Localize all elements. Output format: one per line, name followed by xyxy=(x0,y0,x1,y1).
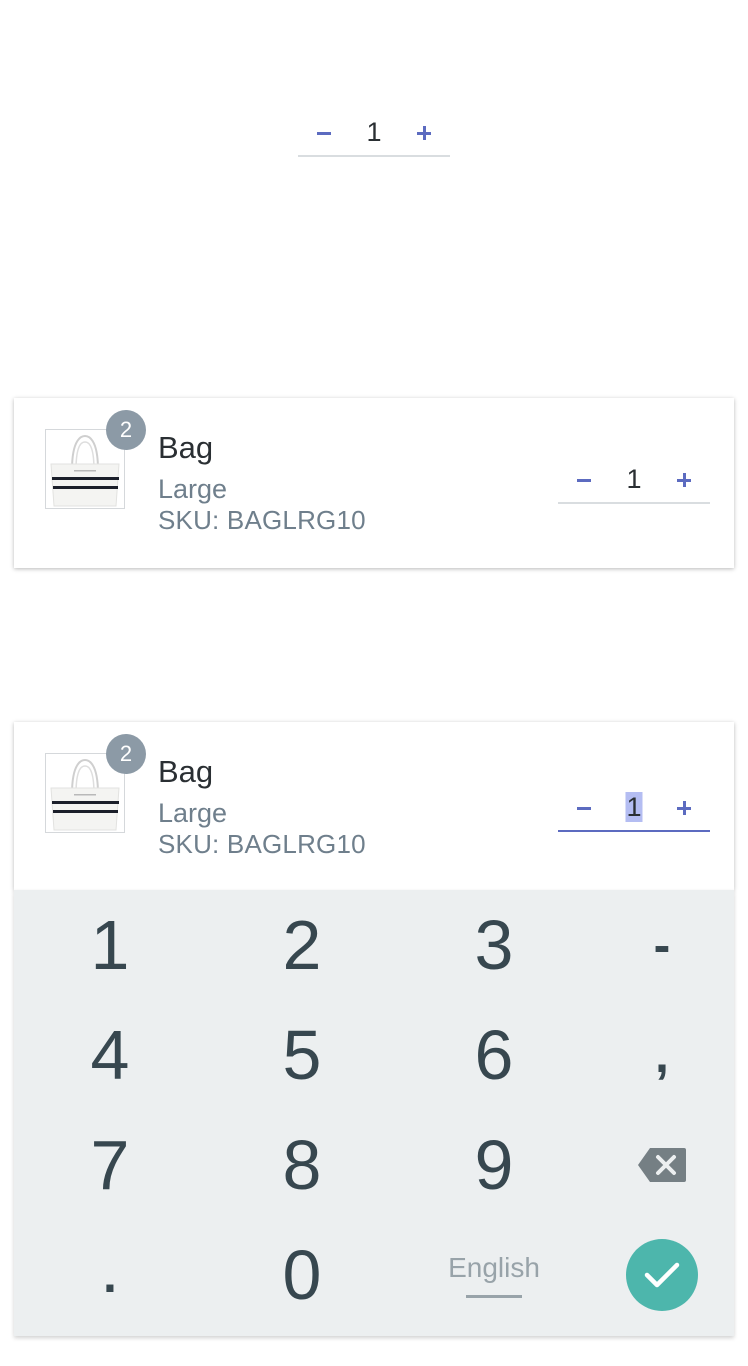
product-variant: Large xyxy=(158,474,228,504)
language-key[interactable]: English xyxy=(404,1220,584,1330)
backspace-key[interactable] xyxy=(572,1110,748,1220)
quantity-value[interactable]: 1 xyxy=(625,792,643,822)
quantity-stepper[interactable]: 1 xyxy=(558,786,710,832)
minus-icon[interactable] xyxy=(562,458,606,502)
key-minus[interactable]: - xyxy=(572,890,748,1000)
quantity-value[interactable]: 1 xyxy=(365,117,382,147)
product-sku: SKU: BAGLRG10 xyxy=(158,829,366,859)
key-1[interactable]: 1 xyxy=(20,890,200,1000)
key-4[interactable]: 4 xyxy=(20,1000,200,1110)
quantity-stepper[interactable]: 1 xyxy=(298,111,450,157)
key-7[interactable]: 7 xyxy=(20,1110,200,1220)
product-variant: Large xyxy=(158,798,228,828)
key-6[interactable]: 6 xyxy=(404,1000,584,1110)
item-count-badge: 2 xyxy=(106,734,146,774)
check-icon xyxy=(626,1239,698,1311)
plus-icon[interactable] xyxy=(662,458,706,502)
quantity-value[interactable]: 1 xyxy=(625,464,642,494)
key-decimal[interactable]: . xyxy=(20,1220,200,1330)
done-key[interactable] xyxy=(572,1220,748,1330)
product-sku: SKU: BAGLRG10 xyxy=(158,505,366,535)
key-comma[interactable]: , xyxy=(572,1000,748,1110)
product-name: Bag xyxy=(158,430,214,465)
item-count-badge: 2 xyxy=(106,410,146,450)
minus-icon[interactable] xyxy=(562,786,606,830)
numeric-keypad: 1 2 3 - 4 5 6 , 7 8 9 . 0 English xyxy=(14,890,734,1336)
key-3[interactable]: 3 xyxy=(404,890,584,1000)
language-label: English xyxy=(448,1252,540,1298)
product-card: 2 Bag Large SKU: BAGLRG10 1 xyxy=(14,398,734,568)
plus-icon[interactable] xyxy=(402,111,446,155)
key-5[interactable]: 5 xyxy=(212,1000,392,1110)
minus-icon[interactable] xyxy=(302,111,346,155)
key-8[interactable]: 8 xyxy=(212,1110,392,1220)
backspace-icon xyxy=(638,1148,686,1182)
product-name: Bag xyxy=(158,754,214,789)
key-2[interactable]: 2 xyxy=(212,890,392,1000)
key-9[interactable]: 9 xyxy=(404,1110,584,1220)
product-card: 2 Bag Large SKU: BAGLRG10 1 xyxy=(14,722,734,890)
quantity-stepper[interactable]: 1 xyxy=(558,458,710,504)
key-0[interactable]: 0 xyxy=(212,1220,392,1330)
plus-icon[interactable] xyxy=(662,786,706,830)
